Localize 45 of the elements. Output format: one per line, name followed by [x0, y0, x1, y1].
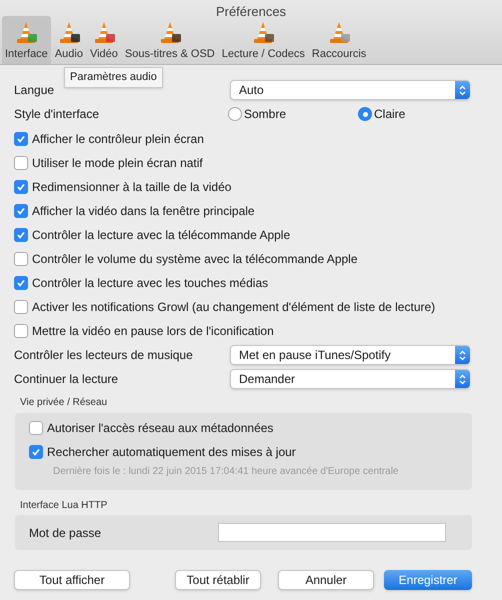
checkbox[interactable]: Mettre la vidéo en pause lors de l'iconification [14, 319, 488, 343]
language-select[interactable]: Auto [230, 80, 470, 100]
checkbox[interactable]: Rechercher automatiquement des mises à jour [29, 440, 458, 464]
tab[interactable]: Vidéo [86, 16, 121, 64]
checkbox[interactable]: Activer les notifications Growl (au changement d'élément de liste de lecture) [14, 295, 488, 319]
window-title: Préférences [216, 3, 286, 18]
field-label: Style d'interface [14, 106, 100, 123]
tab[interactable]: Interface [2, 16, 51, 64]
dialog-button[interactable]: Tout rétablir [175, 570, 261, 590]
tab[interactable]: Audio [52, 16, 86, 64]
tooltip: Paramètres audio [64, 67, 163, 88]
field-label: Continuer la lecture [14, 371, 120, 388]
group-title: Vie privée / Réseau [20, 396, 108, 410]
checkbox[interactable]: Contrôler la lecture avec la télécommande Apple [14, 223, 488, 247]
select-field[interactable]: Demander [230, 369, 470, 389]
checkmark-icon [16, 182, 26, 192]
checkbox[interactable]: Autoriser l'accès réseau aux métadonnées [29, 416, 458, 440]
field-label: Contrôler les lecteurs de musique [14, 347, 194, 364]
password-field[interactable] [218, 523, 446, 542]
stepper-icon [455, 81, 470, 99]
group-title: Interface Lua HTTP [20, 499, 108, 513]
stepper-icon [455, 370, 470, 388]
radio-button[interactable]: Sombre [228, 105, 358, 123]
checkbox[interactable]: Redimensionner à la taille de la vidéo [14, 175, 488, 199]
checkbox[interactable]: Afficher la vidéo dans la fenêtre principale [14, 199, 488, 223]
checkmark-icon [16, 206, 26, 216]
checkmark-icon [16, 230, 26, 240]
tab[interactable]: Lecture / Codecs [218, 16, 308, 64]
stepper-icon [455, 346, 470, 364]
dialog-button[interactable]: Tout afficher [14, 570, 130, 590]
select-field[interactable]: Met en pause iTunes/Spotify [230, 345, 470, 365]
checkmark-icon [31, 447, 41, 457]
tab[interactable]: Raccourcis [308, 16, 370, 64]
field-label: Mot de passe [29, 524, 102, 542]
checkbox[interactable]: Contrôler la lecture avec les touches médias [14, 271, 488, 295]
radio-button[interactable]: Claire [358, 105, 488, 123]
checkmark-icon [16, 134, 26, 144]
update-note: Dernière fois le : lundi 22 juin 2015 17:04:41 heure avancée d'Europe centrale [52, 465, 400, 479]
checkbox[interactable]: Contrôler le volume du système avec la télécommande Apple [14, 247, 488, 271]
dialog-button[interactable]: Annuler [278, 570, 374, 590]
checkmark-icon [16, 278, 26, 288]
field-label: Langue [14, 82, 56, 99]
checkbox[interactable]: Afficher le contrôleur plein écran [14, 127, 488, 151]
checkbox[interactable]: Utiliser le mode plein écran natif [14, 151, 488, 175]
tab[interactable]: Sous-titres & OSD [122, 16, 218, 64]
